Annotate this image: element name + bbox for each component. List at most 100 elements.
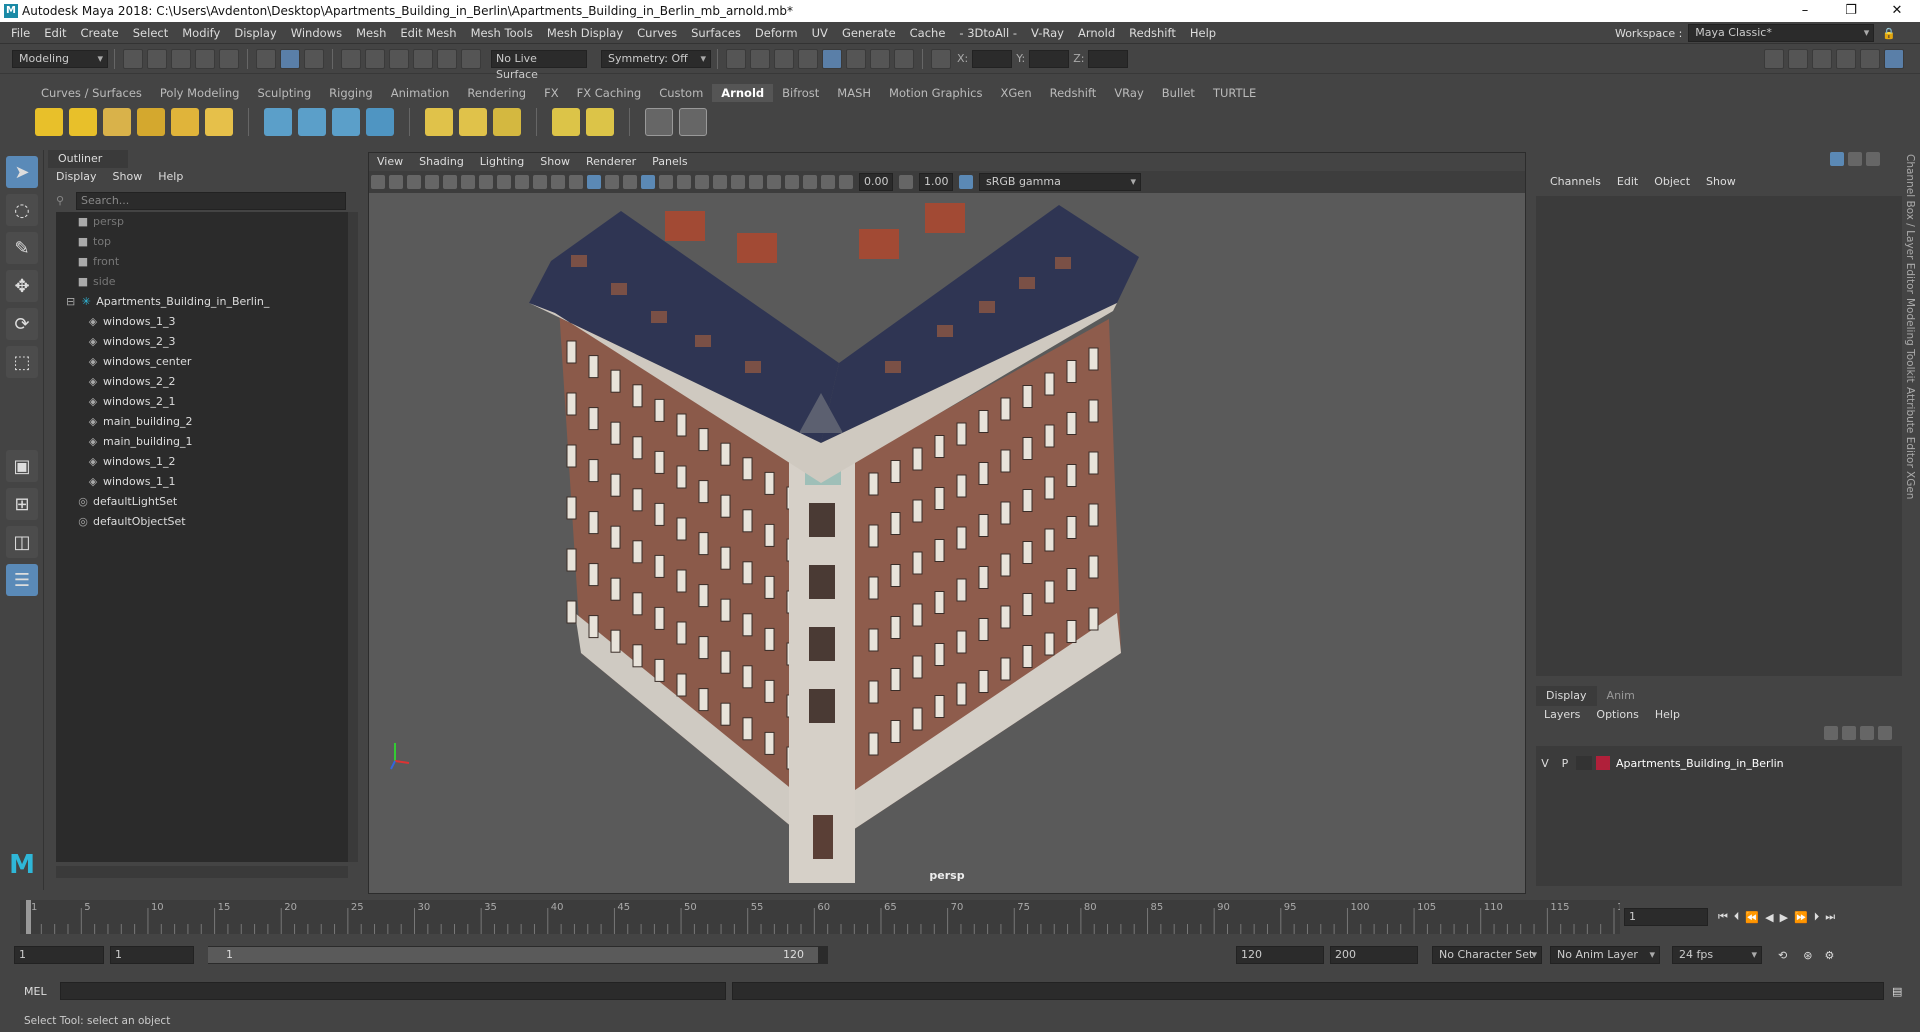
layer-menu-help[interactable]: Help (1647, 706, 1688, 724)
y-field[interactable] (1029, 49, 1070, 68)
physical-sky-icon[interactable] (205, 108, 233, 136)
filter-icon[interactable]: ⚲ (56, 194, 64, 207)
standin-icon[interactable] (264, 108, 292, 136)
symmetry-dropdown[interactable]: Symmetry: Off (601, 49, 711, 68)
step-forward-key-icon[interactable]: ⏩ (1794, 911, 1808, 924)
channel-menu-object[interactable]: Object (1646, 172, 1698, 192)
four-view-icon[interactable]: ⊞ (6, 488, 38, 520)
layer-row[interactable]: V P Apartments_Building_in_Berlin (1536, 752, 1902, 774)
isolate-select-icon[interactable] (767, 175, 781, 189)
outliner-item[interactable]: ◈ windows_2_1 (56, 392, 348, 412)
channel-box-content[interactable] (1536, 196, 1902, 676)
collapse-toggle-icon[interactable]: ⊟ (66, 295, 75, 308)
menu-3dtoall[interactable]: - 3DtoAll - (952, 22, 1024, 44)
snap-grid-icon[interactable] (341, 48, 361, 69)
side-tab-modeling-toolkit[interactable]: Modeling Toolkit (1904, 298, 1916, 383)
side-tab-xgen[interactable]: XGen (1904, 471, 1916, 499)
shelf-tab-fx-caching[interactable]: FX Caching (568, 84, 651, 102)
skydome-light-icon[interactable] (137, 108, 165, 136)
shelf-tab-vray[interactable]: VRay (1105, 84, 1152, 102)
channel-menu-show[interactable]: Show (1698, 172, 1744, 192)
layer-menu-layers[interactable]: Layers (1536, 706, 1588, 724)
outliner-item[interactable]: ◎ defaultObjectSet (56, 512, 348, 532)
layer-menu-options[interactable]: Options (1588, 706, 1646, 724)
outliner-item[interactable]: ■ top (56, 232, 348, 252)
flush-cache-icon[interactable] (366, 108, 394, 136)
side-tab-channel-box-layer-editor[interactable]: Channel Box / Layer Editor (1904, 154, 1916, 294)
menu-redshift[interactable]: Redshift (1122, 22, 1183, 44)
close-button[interactable]: ✕ (1874, 0, 1920, 22)
redo-icon[interactable] (219, 48, 239, 69)
use-all-lights-icon[interactable] (659, 175, 673, 189)
open-scene-icon[interactable] (147, 48, 167, 69)
shelf-tab-animation[interactable]: Animation (382, 84, 459, 102)
go-to-end-icon[interactable]: ⏭ (1825, 910, 1835, 924)
menu-mesh-tools[interactable]: Mesh Tools (464, 22, 540, 44)
step-forward-icon[interactable]: ⏵ (1814, 910, 1820, 924)
play-forwards-icon[interactable]: ▶ (1780, 911, 1788, 924)
menu-file[interactable]: File (4, 22, 37, 44)
motion-blur-icon[interactable] (713, 175, 727, 189)
render-sequence-icon[interactable] (750, 48, 770, 69)
channel-menu-channels[interactable]: Channels (1542, 172, 1609, 192)
menu-set-dropdown[interactable]: Modeling (12, 49, 108, 68)
depth-of-field-icon[interactable] (749, 175, 763, 189)
tx-convert-icon[interactable] (459, 108, 487, 136)
outliner-menu-display[interactable]: Display (48, 168, 105, 186)
outliner-item[interactable]: ■ front (56, 252, 348, 272)
pause-icon[interactable] (894, 48, 914, 69)
outliner-menu-help[interactable]: Help (150, 168, 191, 186)
new-empty-layer-icon[interactable] (1860, 726, 1874, 740)
view-transform-dropdown[interactable]: sRGB gamma (979, 173, 1141, 191)
viewport-scene[interactable]: persp (369, 193, 1525, 893)
shelf-tab-motion-graphics[interactable]: Motion Graphics (880, 84, 991, 102)
image-plane-icon[interactable] (425, 175, 439, 189)
outliner-item[interactable]: ◈ windows_1_3 (56, 312, 348, 332)
viewport-menu-shading[interactable]: Shading (411, 153, 472, 171)
auto-key-icon[interactable]: ⊛ (1803, 949, 1812, 962)
character-controls-icon[interactable] (1812, 49, 1832, 69)
wireframe-icon[interactable] (569, 175, 583, 189)
gamma-icon[interactable] (899, 175, 913, 189)
move-tool-icon[interactable]: ✥ (6, 270, 38, 302)
anim-layer-dropdown[interactable]: No Anim Layer (1550, 946, 1660, 964)
shelf-tab-poly-modeling[interactable]: Poly Modeling (151, 84, 249, 102)
shelf-tab-xgen[interactable]: XGen (991, 84, 1040, 102)
safe-action-icon[interactable] (551, 175, 565, 189)
live-surface-field[interactable]: No Live Surface (491, 49, 587, 81)
mel-label[interactable]: MEL (24, 985, 56, 998)
volume-icon[interactable] (332, 108, 360, 136)
snap-live-icon[interactable] (461, 48, 481, 69)
channel-menu-edit[interactable]: Edit (1609, 172, 1646, 192)
scale-tool-icon[interactable]: ⬚ (6, 346, 38, 378)
select-hierarchy-icon[interactable] (256, 48, 276, 69)
snap-point-icon[interactable] (389, 48, 409, 69)
mel-input[interactable] (60, 982, 726, 1000)
layer-color-swatch[interactable] (1596, 756, 1610, 770)
modeling-toolkit-icon[interactable] (1788, 49, 1808, 69)
loop-icon[interactable]: ⟲ (1778, 949, 1787, 962)
layer-visibility-toggle[interactable]: V (1536, 757, 1554, 770)
outliner-item[interactable]: ◈ windows_2_2 (56, 372, 348, 392)
layer-playback-toggle[interactable]: P (1554, 757, 1576, 770)
menu-windows[interactable]: Windows (284, 22, 349, 44)
area-light-icon[interactable] (35, 108, 63, 136)
screen-space-ao-icon[interactable] (695, 175, 709, 189)
arnold-render-view-icon[interactable] (822, 48, 842, 69)
resolution-gate-icon[interactable] (497, 175, 511, 189)
lock-camera-icon[interactable] (443, 175, 457, 189)
menu-v-ray[interactable]: V-Ray (1024, 22, 1071, 44)
textured-icon[interactable] (641, 175, 655, 189)
wireframe-on-shaded-icon[interactable] (623, 175, 637, 189)
anti-aliasing-icon[interactable] (731, 175, 745, 189)
outliner-layout-icon[interactable]: ☰ (6, 564, 38, 596)
paint-select-tool-icon[interactable]: ✎ (6, 232, 38, 264)
animation-end-field[interactable]: 200 (1330, 946, 1418, 964)
outliner-vertical-scrollbar[interactable] (348, 212, 358, 862)
backface-culling-icon[interactable] (821, 175, 835, 189)
photometric-light-icon[interactable] (103, 108, 131, 136)
move-layer-up-icon[interactable] (1824, 726, 1838, 740)
play-render-icon[interactable] (679, 108, 707, 136)
menu-deform[interactable]: Deform (748, 22, 805, 44)
menu-generate[interactable]: Generate (835, 22, 903, 44)
